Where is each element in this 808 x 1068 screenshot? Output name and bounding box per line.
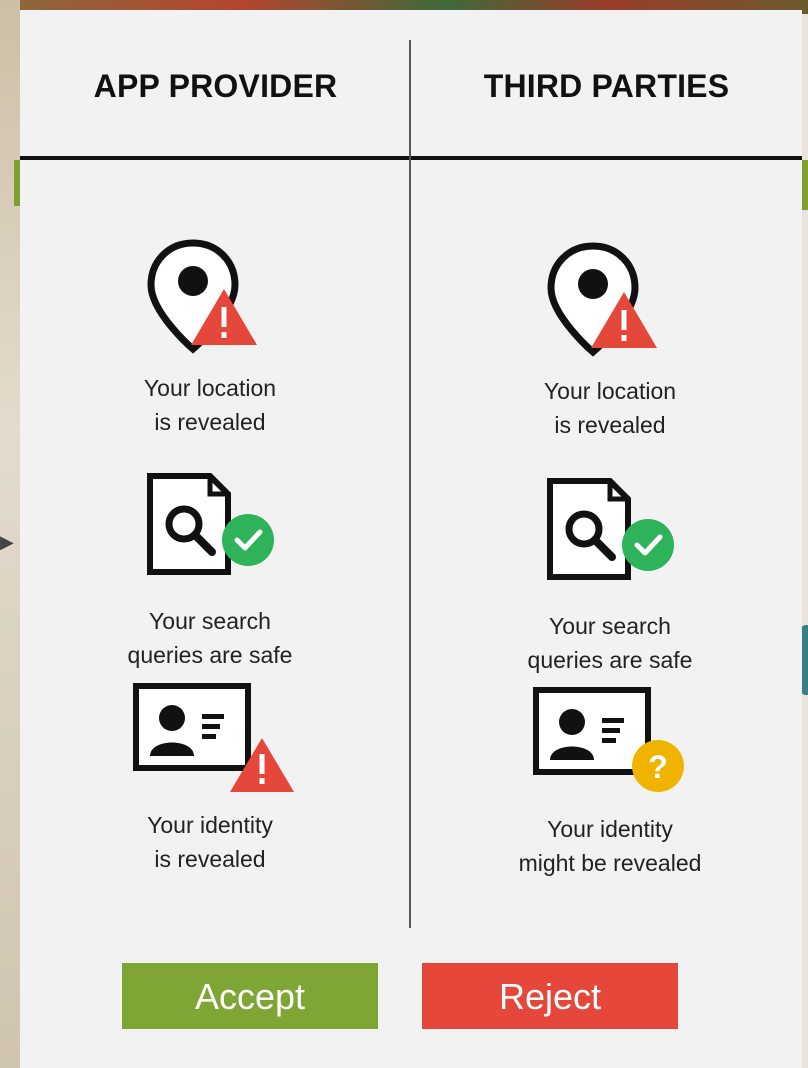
accept-button[interactable]: Accept	[122, 963, 378, 1029]
caption-line: might be revealed	[518, 850, 702, 876]
column-divider	[409, 40, 411, 928]
column-header-row: APP PROVIDER THIRD PARTIES	[20, 10, 802, 158]
caption-line: is revealed	[154, 846, 266, 872]
caption-line: queries are safe	[527, 647, 693, 673]
caption-line: is revealed	[154, 409, 266, 435]
caption-line: Your search	[149, 608, 271, 634]
id-card-question-icon: ?	[533, 687, 684, 792]
arrow-right-icon: ▶	[0, 532, 14, 552]
header-divider	[20, 156, 802, 160]
third-parties-identity-item: ? Your identity might be revealed	[460, 682, 760, 880]
app-provider-identity-item: Your identity is revealed	[60, 678, 360, 876]
location-pin-warning-icon	[547, 242, 657, 357]
location-pin-warning-icon	[147, 239, 257, 354]
column-title-third-parties: THIRD PARTIES	[483, 68, 730, 104]
search-document-safe-icon	[147, 473, 274, 575]
caption-line: is revealed	[554, 412, 666, 438]
privacy-consent-card: APP PROVIDER THIRD PARTIES Your location…	[20, 10, 802, 1068]
svg-text:?: ?	[648, 749, 668, 785]
caption-line: Your location	[543, 378, 677, 404]
reject-button[interactable]: Reject	[422, 963, 678, 1029]
caption-line: Your identity	[147, 812, 273, 838]
id-card-warning-icon	[133, 683, 294, 792]
caption-line: Your identity	[547, 816, 673, 842]
third-parties-location-item: Your location is revealed	[460, 238, 760, 442]
app-provider-location-item: Your location is revealed	[60, 235, 360, 439]
third-parties-search-item: Your search queries are safe	[460, 475, 760, 677]
app-provider-search-item: Your search queries are safe	[60, 470, 360, 672]
search-document-safe-icon	[547, 478, 674, 580]
caption-line: Your location	[143, 375, 277, 401]
column-title-app-provider: APP PROVIDER	[93, 68, 338, 104]
caption-line: Your search	[549, 613, 671, 639]
caption-line: queries are safe	[127, 642, 293, 668]
